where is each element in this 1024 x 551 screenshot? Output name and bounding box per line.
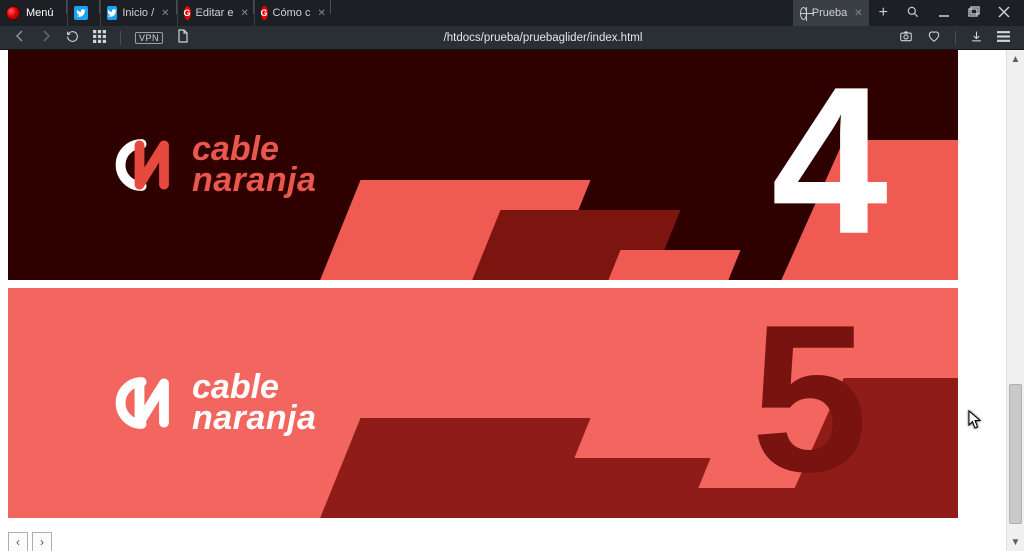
tab-cn-editar[interactable]: G Editar e ✕	[177, 0, 253, 26]
tab-twitter-0[interactable]	[67, 0, 99, 26]
url-text: /htdocs/prueba/pruebaglider/index.html	[444, 32, 643, 44]
brand-line2: naranja	[192, 161, 316, 199]
brand-text: cable naranja	[192, 134, 316, 195]
close-icon[interactable]: ✕	[238, 8, 248, 19]
close-icon[interactable]: ✕	[159, 8, 169, 19]
address-bar[interactable]: /htdocs/prueba/pruebaglider/index.html	[201, 32, 885, 44]
brand: cable naranja	[108, 368, 316, 438]
twitter-icon	[107, 6, 118, 20]
chevron-right-icon: ›	[40, 535, 44, 549]
tab-label: Editar e	[196, 7, 234, 19]
slide-number: 4	[771, 56, 888, 266]
globe-icon	[800, 7, 807, 20]
download-icon[interactable]	[970, 30, 983, 46]
app-menu-button[interactable]: Menú	[0, 0, 66, 26]
camera-icon[interactable]	[899, 29, 913, 46]
tab-prueba-active[interactable]: Prueba ✕	[793, 0, 869, 26]
tab-label: Inicio /	[122, 7, 154, 19]
slide-5: cable naranja 5	[8, 288, 958, 518]
cn-favicon-icon: G	[184, 6, 191, 20]
minimize-icon[interactable]	[938, 6, 950, 21]
cn-favicon-icon: G	[261, 6, 268, 20]
page-viewport: cable naranja 4 cable	[0, 50, 1024, 551]
glider-nav: ‹ ›	[8, 532, 52, 551]
sidebar-icon[interactable]	[997, 30, 1010, 46]
close-icon[interactable]: ✕	[315, 8, 325, 19]
slide-number: 5	[751, 294, 868, 504]
toolbar: VPN /htdocs/prueba/pruebaglider/index.ht…	[0, 26, 1024, 50]
window-controls	[898, 0, 1024, 26]
titlebar: Menú Inicio / ✕ G Editar e ✕ G Cómo c ✕ …	[0, 0, 1024, 26]
new-tab-button[interactable]: +	[869, 0, 898, 26]
scroll-track[interactable]	[1007, 68, 1024, 533]
vertical-scrollbar[interactable]: ▲ ▼	[1006, 50, 1024, 551]
tab-label: Prueba	[812, 7, 847, 19]
back-icon[interactable]	[14, 30, 26, 45]
tab-twitter-inicio[interactable]: Inicio / ✕	[100, 0, 176, 26]
search-icon[interactable]	[906, 5, 920, 22]
twitter-icon	[74, 6, 88, 20]
scroll-thumb[interactable]	[1009, 384, 1022, 524]
scroll-down-icon[interactable]: ▼	[1007, 533, 1024, 551]
tab-cn-como[interactable]: G Cómo c ✕	[254, 0, 330, 26]
maximize-icon[interactable]	[968, 6, 980, 21]
vpn-badge[interactable]: VPN	[135, 32, 163, 44]
file-icon[interactable]	[177, 29, 189, 46]
chevron-left-icon: ‹	[16, 535, 20, 549]
scroll-up-icon[interactable]: ▲	[1007, 50, 1024, 68]
glider-next-button[interactable]: ›	[32, 532, 52, 551]
separator	[955, 31, 956, 45]
cn-logo-icon	[108, 130, 178, 200]
glider-track: cable naranja 4 cable	[8, 50, 1006, 526]
brand-line2: naranja	[192, 399, 316, 437]
close-icon[interactable]: ✕	[852, 8, 862, 19]
tab-label: Cómo c	[273, 7, 311, 19]
separator	[120, 31, 121, 45]
speed-dial-icon[interactable]	[93, 30, 106, 46]
close-icon[interactable]	[998, 6, 1010, 21]
glider-prev-button[interactable]: ‹	[8, 532, 28, 551]
content-area: cable naranja 4 cable	[0, 50, 1006, 551]
brand-text: cable naranja	[192, 372, 316, 433]
toolbar-right	[885, 29, 1024, 46]
toolbar-left: VPN	[0, 29, 201, 46]
forward-icon[interactable]	[40, 30, 52, 45]
spacer	[331, 0, 793, 26]
opera-logo-icon	[6, 6, 20, 20]
plus-icon: +	[879, 4, 888, 22]
reload-icon[interactable]	[66, 30, 79, 46]
app-menu-label: Menú	[26, 7, 54, 19]
slide-4: cable naranja 4	[8, 50, 958, 280]
heart-icon[interactable]	[927, 29, 941, 46]
brand: cable naranja	[108, 130, 316, 200]
cn-logo-icon	[108, 368, 178, 438]
